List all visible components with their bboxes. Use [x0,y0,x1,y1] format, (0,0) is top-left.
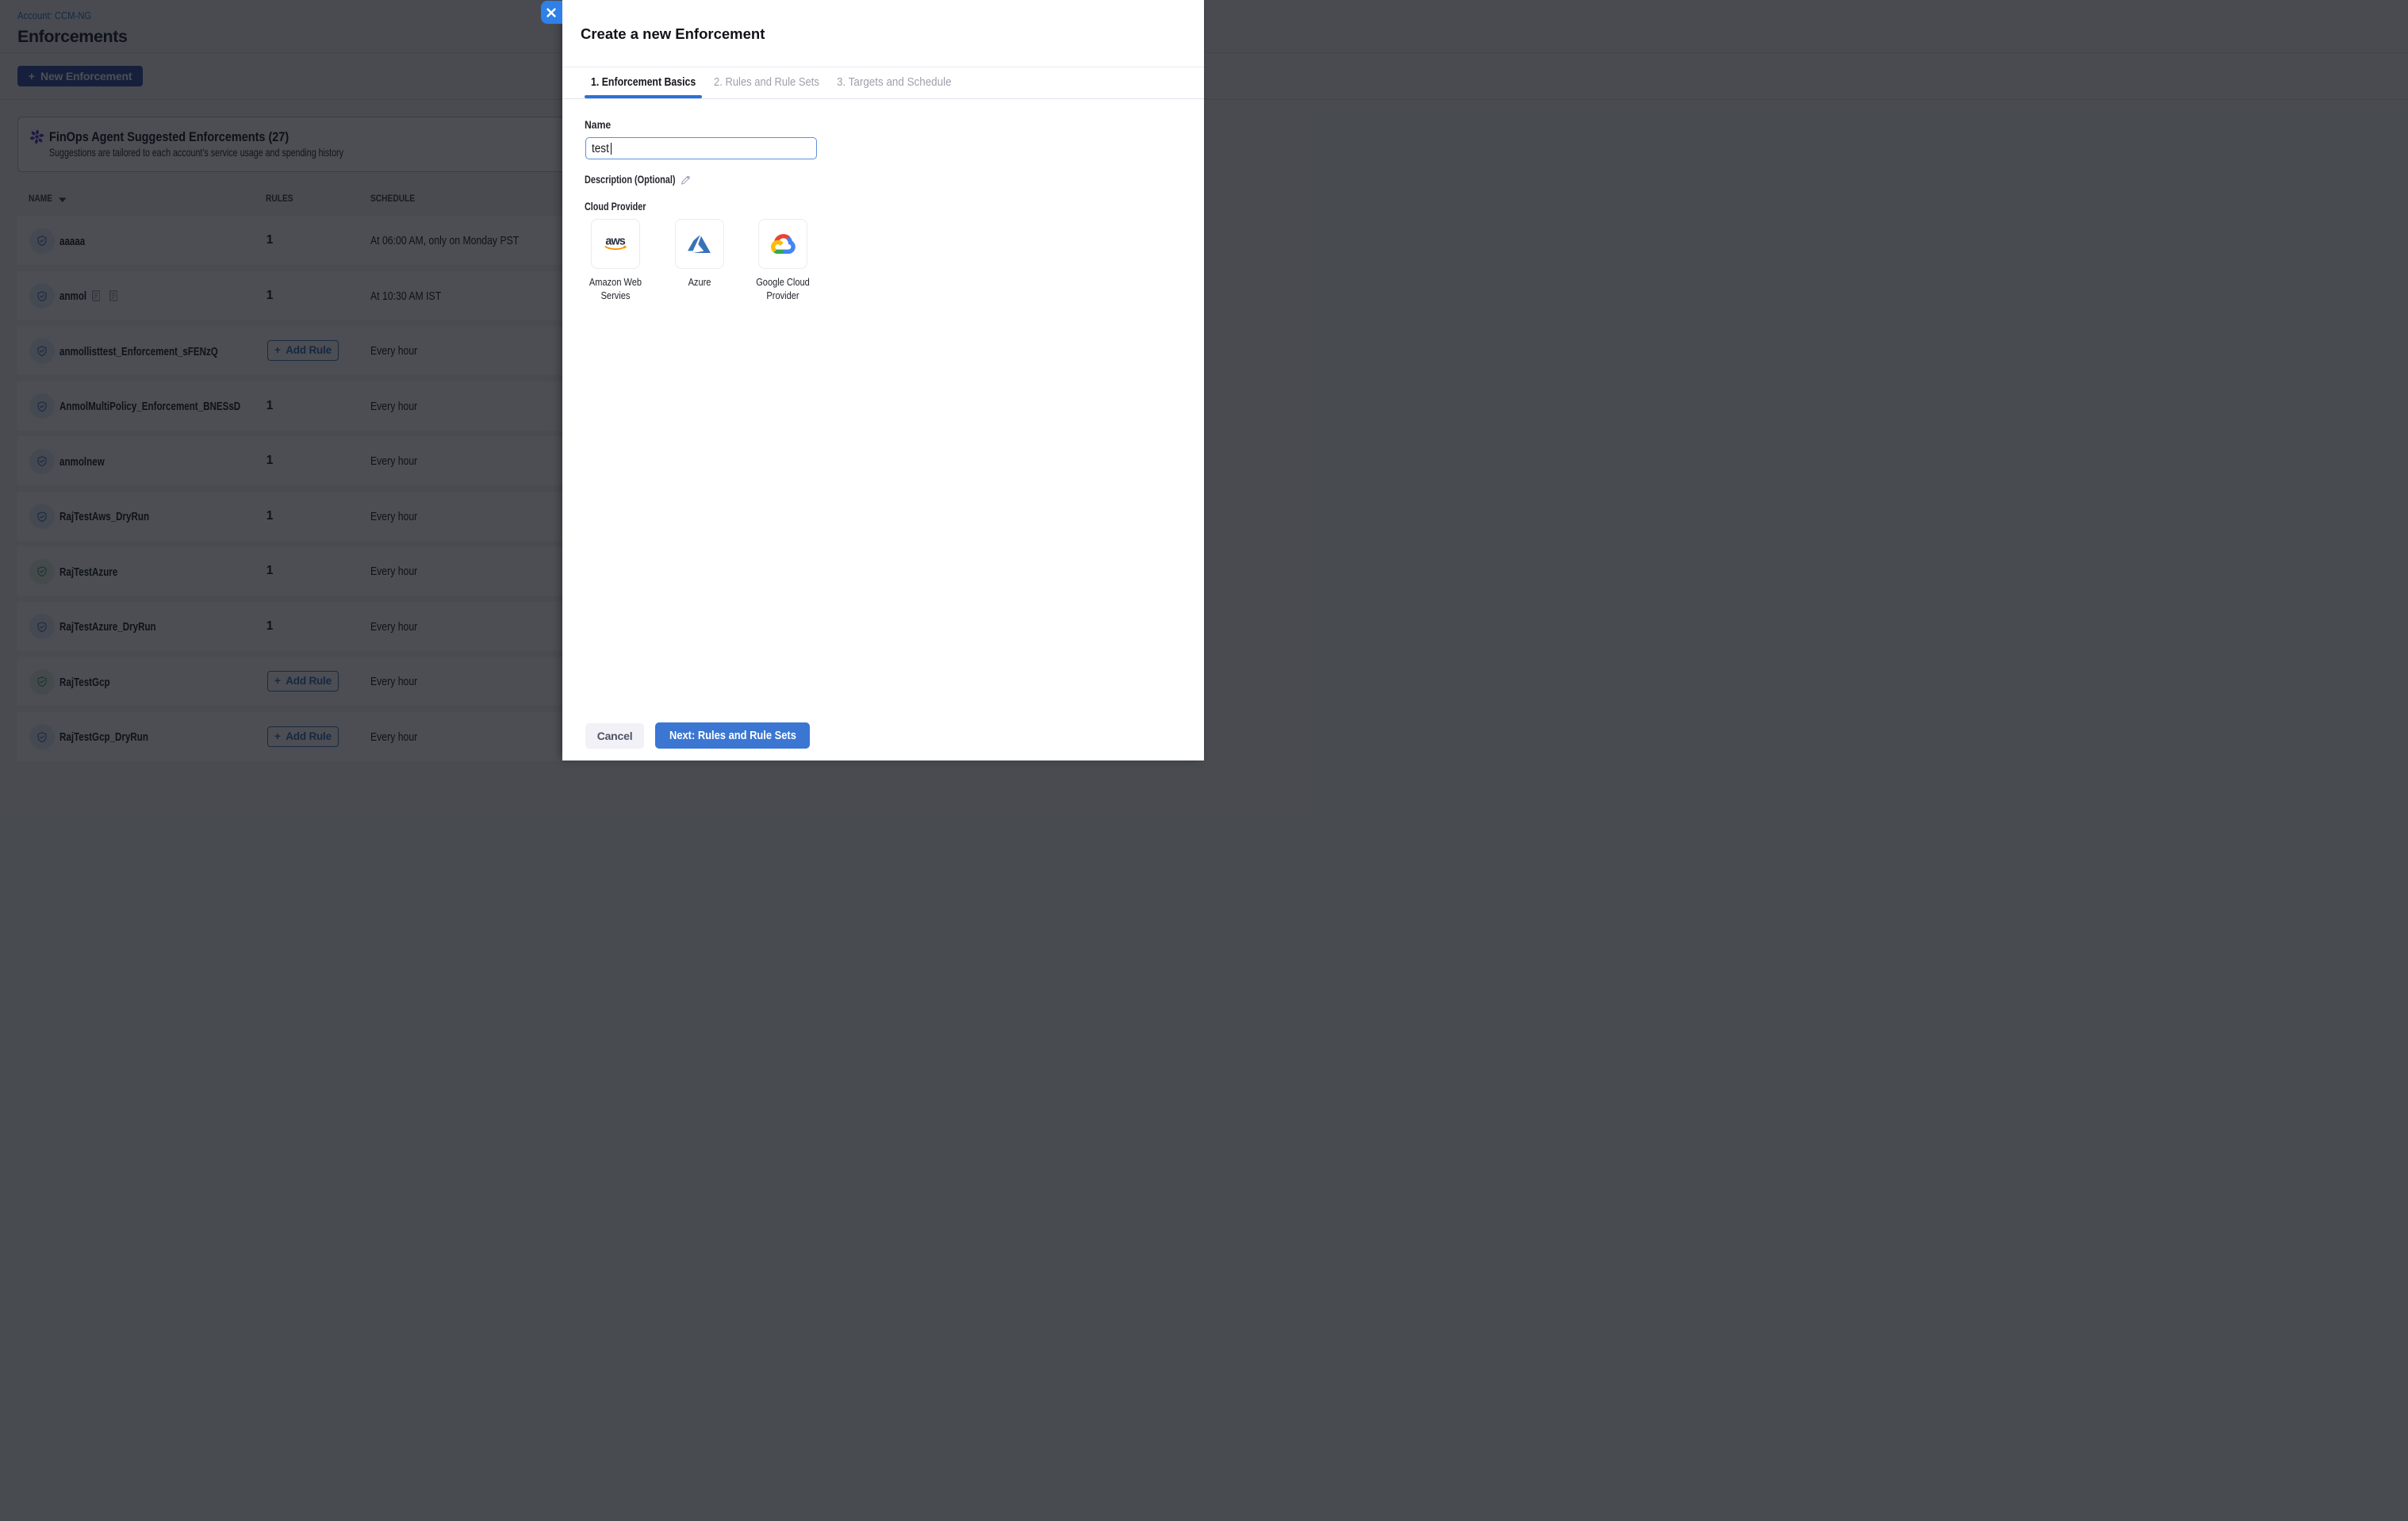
svg-text:aws: aws [606,236,626,247]
